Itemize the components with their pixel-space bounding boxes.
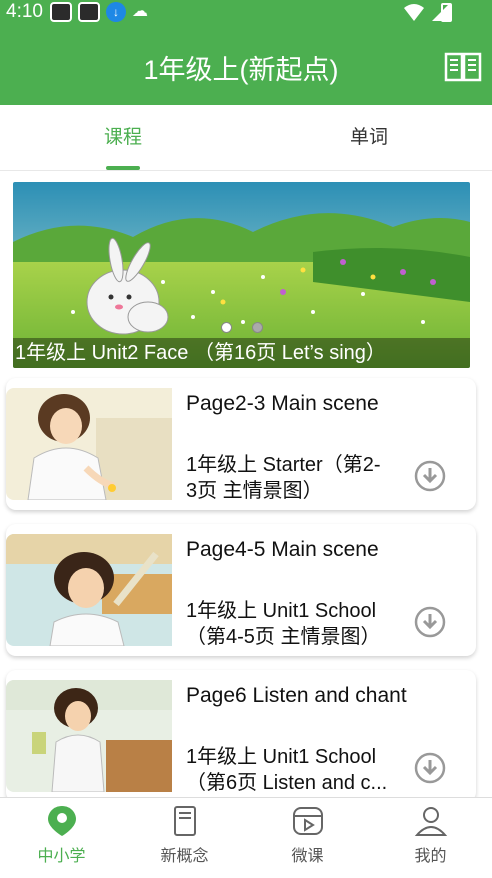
- book-icon[interactable]: [444, 50, 482, 82]
- nav-primary-school[interactable]: 中小学: [0, 798, 123, 878]
- nav-label: 中小学: [37, 848, 86, 865]
- lesson-title: Page6 Listen and chant: [186, 684, 407, 707]
- app-header: 4:10 ↓ ☁ 1年级上(新起点): [0, 0, 492, 105]
- user-icon: [414, 807, 447, 836]
- download-icon[interactable]: [414, 606, 446, 638]
- nav-new-concept[interactable]: 新概念: [123, 798, 246, 878]
- nav-micro-course[interactable]: 微课: [246, 798, 369, 878]
- battery-icon: [441, 3, 452, 22]
- lesson-card[interactable]: Page6 Listen and chant 1年级上 Unit1 School…: [6, 670, 476, 802]
- lesson-thumbnail: [6, 680, 172, 792]
- status-notification-icons: ↓ ☁: [50, 2, 154, 22]
- lesson-thumbnail: [6, 388, 172, 500]
- nav-mine[interactable]: 我的: [369, 798, 492, 878]
- location-pin-icon: [47, 806, 76, 836]
- lesson-thumbnail: [6, 534, 172, 646]
- nav-label: 新概念: [160, 848, 209, 865]
- download-icon[interactable]: [414, 460, 446, 492]
- carousel-indicator: [13, 322, 470, 333]
- nav-label: 微课: [291, 848, 324, 865]
- app-notification-icon: [78, 2, 100, 22]
- tab-words[interactable]: 单词: [246, 105, 492, 170]
- nav-label: 我的: [414, 848, 447, 865]
- video-play-icon: [292, 807, 323, 835]
- lesson-subtitle: 1年级上 Unit1 School（第6页 Listen and c...: [186, 746, 388, 794]
- bottom-navigation: 中小学 新概念 微课 我的: [0, 797, 492, 878]
- weather-icon: ☁: [132, 3, 148, 20]
- banner-caption: 1年级上 Unit2 Face （第16页 Let’s sing）: [13, 338, 470, 368]
- download-icon[interactable]: [414, 752, 446, 784]
- lesson-card[interactable]: Page4-5 Main scene 1年级上 Unit1 School（第4-…: [6, 524, 476, 656]
- lesson-title: Page2-3 Main scene: [186, 392, 379, 415]
- carousel-dot[interactable]: [251, 322, 263, 333]
- banner-carousel[interactable]: 1年级上 Unit2 Face （第16页 Let’s sing）: [13, 182, 470, 368]
- carousel-dot[interactable]: [220, 322, 232, 333]
- tab-courses[interactable]: 课程: [0, 105, 246, 170]
- page-title: 1年级上(新起点): [143, 55, 339, 85]
- status-bar: 4:10 ↓ ☁: [0, 0, 492, 26]
- lesson-title: Page4-5 Main scene: [186, 538, 379, 561]
- status-time: 4:10: [6, 1, 43, 22]
- app-notification-icon: [50, 2, 72, 22]
- wifi-icon: [404, 4, 424, 21]
- book-icon: [173, 806, 196, 836]
- lesson-subtitle: 1年级上 Unit1 School（第4-5页 主情景图）: [186, 600, 381, 648]
- lesson-card[interactable]: Page2-3 Main scene 1年级上 Starter（第2-3页 主情…: [6, 378, 476, 510]
- download-notification-icon: ↓: [106, 2, 126, 22]
- lesson-subtitle: 1年级上 Starter（第2-3页 主情景图）: [186, 454, 381, 502]
- tab-bar: 课程 单词: [0, 105, 492, 171]
